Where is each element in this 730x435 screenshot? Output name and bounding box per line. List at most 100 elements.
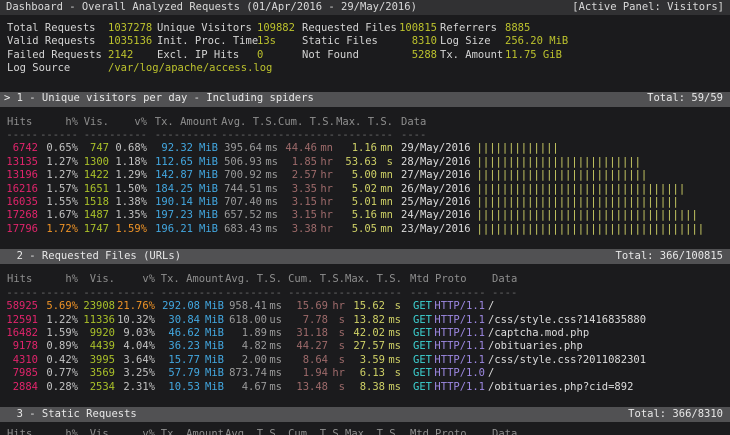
cell-hpct: 1.27% bbox=[38, 169, 78, 182]
cell-method: GET bbox=[401, 340, 432, 353]
cell-max-ts: 5.05 bbox=[333, 223, 377, 236]
cell-vpct: 9.03% bbox=[115, 327, 155, 340]
cell-cum-unit: s bbox=[328, 354, 345, 367]
cell-cum-unit: hr bbox=[317, 156, 333, 169]
panel1-rows: 67420.65%7470.68%92.32MiB395.64ms44.46mn… bbox=[0, 142, 730, 236]
cell-avg-ts: 1.89 bbox=[224, 327, 267, 340]
col-vis: Vis. bbox=[78, 116, 109, 129]
requested-files-table-row[interactable]: 589255.69%2390821.76%292.08MiB958.41ms15… bbox=[0, 300, 730, 313]
cell-tx-unit: MiB bbox=[200, 300, 224, 313]
panel2-header[interactable]: 2 - Requested Files (URLs) Total: 366/10… bbox=[0, 249, 730, 264]
cell-avg-unit: ms bbox=[267, 367, 282, 380]
cell-tx-unit: MiB bbox=[200, 354, 224, 367]
visitors-table-row[interactable]: 131961.27%14221.29%142.87MiB700.92ms2.57… bbox=[0, 169, 730, 182]
cell-tx-unit: MiB bbox=[193, 196, 218, 209]
cell-avg-ts: 657.52 bbox=[218, 209, 262, 222]
requested-files-table-row[interactable]: 164821.59%99209.03%46.62MiB1.89ms31.18s4… bbox=[0, 327, 730, 340]
cell-avg-ts: 4.82 bbox=[224, 340, 267, 353]
cell-hits: 58925 bbox=[0, 300, 38, 313]
requested-files-table-row[interactable]: 91780.89%44394.04%36.23MiB4.82ms44.27s27… bbox=[0, 340, 730, 353]
dash: ------ bbox=[38, 287, 78, 300]
cell-url: /captcha.mod.php bbox=[488, 327, 589, 340]
summary-label: Unique Visitors bbox=[157, 22, 257, 35]
cell-visitors: 1747 bbox=[78, 223, 109, 236]
cell-hpct: 1.57% bbox=[38, 183, 78, 196]
dash: -------- bbox=[432, 287, 485, 300]
summary-value: 5288 bbox=[394, 49, 437, 62]
cell-visitors: 747 bbox=[78, 142, 109, 155]
cell-hpct: 1.72% bbox=[38, 223, 78, 236]
visitors-table-row[interactable]: 160351.55%15181.38%190.14MiB707.40ms3.15… bbox=[0, 196, 730, 209]
col-data: Data bbox=[401, 116, 426, 129]
panel2-total: Total: 366/100815 bbox=[616, 250, 723, 263]
dash: ------ bbox=[109, 129, 147, 142]
cell-method: GET bbox=[401, 300, 432, 313]
cell-visitors: 4439 bbox=[78, 340, 115, 353]
panel2-title-group: 2 - Requested Files (URLs) bbox=[4, 250, 181, 263]
cell-url: /css/style.css?2011082301 bbox=[488, 354, 646, 367]
col-max-ts: Max. T.S. bbox=[345, 273, 401, 286]
panel3-header[interactable]: 3 - Static Requests Total: 366/8310 bbox=[0, 407, 730, 422]
cell-hits: 13135 bbox=[0, 156, 38, 169]
cell-hpct: 0.89% bbox=[38, 340, 78, 353]
cell-visitors: 9920 bbox=[78, 327, 115, 340]
visitors-table-row[interactable]: 67420.65%7470.68%92.32MiB395.64ms44.46mn… bbox=[0, 142, 730, 155]
panel1-column-headers: Hitsh%Vis.v%Tx. AmountAvg. T.S.Cum. T.S.… bbox=[0, 116, 730, 129]
cell-vpct: 4.04% bbox=[115, 340, 155, 353]
cell-tx-amount: 92.32 bbox=[147, 142, 193, 155]
cell-url: / bbox=[488, 300, 494, 313]
cell-tx-unit: MiB bbox=[193, 223, 218, 236]
cell-protocol: HTTP/1.0 bbox=[432, 367, 485, 380]
cell-vpct: 2.31% bbox=[115, 381, 155, 394]
cell-visitors: 1422 bbox=[78, 169, 109, 182]
cell-tx-unit: MiB bbox=[193, 209, 218, 222]
cell-tx-amount: 36.23 bbox=[155, 340, 200, 353]
cell-avg-ts: 700.92 bbox=[218, 169, 262, 182]
cell-hits: 16482 bbox=[0, 327, 38, 340]
dash: --------- bbox=[345, 287, 401, 300]
col-tx-amount: Tx. Amount bbox=[155, 273, 224, 286]
requested-files-table-row[interactable]: 125911.22%1133610.32%30.84MiB618.00us7.7… bbox=[0, 314, 730, 327]
cell-avg-ts: 2.00 bbox=[224, 354, 267, 367]
summary-value: 1037278 bbox=[108, 22, 157, 35]
cell-max-ts: 5.00 bbox=[333, 169, 377, 182]
cell-vpct: 1.18% bbox=[109, 156, 147, 169]
cell-visitors: 23908 bbox=[78, 300, 115, 313]
requested-files-table-row[interactable]: 28840.28%25342.31%10.53MiB4.67ms13.48s8.… bbox=[0, 381, 730, 394]
cell-hits: 12591 bbox=[0, 314, 38, 327]
summary-row-log-source: Log Source/var/log/apache/access.log bbox=[0, 62, 730, 75]
col-method: Mtd bbox=[401, 273, 432, 286]
cell-cum-ts: 31.18 bbox=[282, 327, 328, 340]
cell-avg-ts: 744.51 bbox=[218, 183, 262, 196]
visitors-table-row[interactable]: 177961.72%17471.59%196.21MiB683.43ms3.38… bbox=[0, 223, 730, 236]
cell-cum-unit: hr bbox=[317, 183, 333, 196]
col-cum-ts: Cum. T.S. bbox=[278, 116, 333, 129]
panel1-header[interactable]: > 1 - Unique visitors per day - Includin… bbox=[0, 92, 730, 107]
visitors-table-row[interactable]: 131351.27%13001.18%112.65MiB506.93ms1.85… bbox=[0, 156, 730, 169]
cell-avg-unit: ms bbox=[267, 354, 282, 367]
col-cum-ts: Cum. T.S. bbox=[282, 273, 345, 286]
cell-avg-ts: 683.43 bbox=[218, 223, 262, 236]
requested-files-table-row[interactable]: 79850.77%35693.25%57.79MiB873.74ms1.94hr… bbox=[0, 367, 730, 380]
col-avg-ts: Avg. T.S. bbox=[218, 116, 278, 129]
visitors-table-row[interactable]: 162161.57%16511.50%184.25MiB744.51ms3.35… bbox=[0, 183, 730, 196]
cell-max-unit: ms bbox=[385, 327, 401, 340]
cell-cum-unit: hr bbox=[317, 196, 333, 209]
requested-files-table-row[interactable]: 43100.42%39953.64%15.77MiB2.00ms8.64s3.5… bbox=[0, 354, 730, 367]
cell-method: GET bbox=[401, 381, 432, 394]
visitors-table-row[interactable]: 172681.67%14871.35%197.23MiB657.52ms3.15… bbox=[0, 209, 730, 222]
cell-tx-unit: MiB bbox=[193, 183, 218, 196]
cell-cum-ts: 8.64 bbox=[282, 354, 328, 367]
cell-hits: 16216 bbox=[0, 183, 38, 196]
cell-cum-ts: 1.85 bbox=[278, 156, 317, 169]
summary-value: 13s bbox=[257, 35, 302, 48]
dash: --------- bbox=[282, 287, 345, 300]
summary-value: 8885 bbox=[505, 22, 530, 35]
summary-label: Excl. IP Hits bbox=[157, 49, 257, 62]
cell-tx-unit: MiB bbox=[193, 169, 218, 182]
cell-tx-amount: 142.87 bbox=[147, 169, 193, 182]
cell-avg-unit: ms bbox=[262, 223, 278, 236]
cell-max-unit: mn bbox=[377, 223, 393, 236]
summary-label: Requested Files bbox=[302, 22, 394, 35]
col-max-ts: Max. T.S. bbox=[345, 428, 401, 435]
